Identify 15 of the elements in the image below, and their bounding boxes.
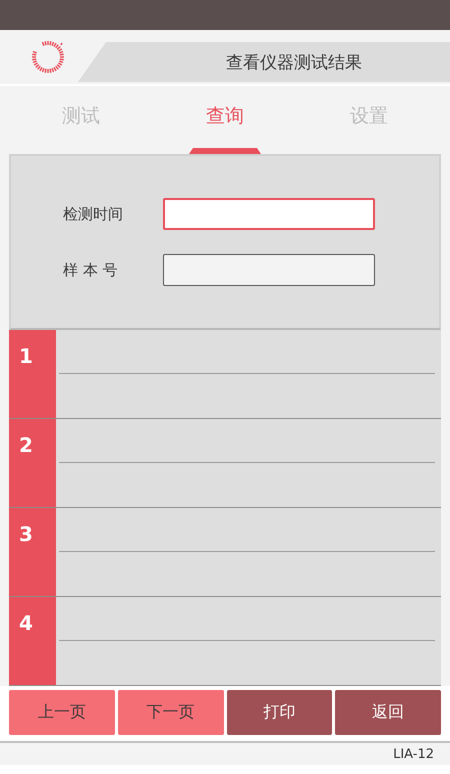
row-number: 1 [9,330,56,418]
input-field[interactable] [163,198,375,230]
footer-button[interactable]: 返回 [335,690,441,735]
row-number: 3 [9,508,56,596]
window-title: 查看仪器测试结果 [225,52,362,74]
footer-button[interactable]: 下一页 [118,690,224,735]
field-label: 检测时间 [63,204,124,224]
footer-button[interactable]: 上一页 [9,690,115,735]
footer-button[interactable]: 打印 [226,690,332,735]
tab[interactable]: 查询 [153,86,297,154]
field-label: 样 本 号 [63,260,119,280]
row-number: 4 [9,597,56,685]
input-field[interactable] [163,254,375,286]
model-label: LIA-12 [393,746,434,762]
row-number: 2 [9,419,56,507]
